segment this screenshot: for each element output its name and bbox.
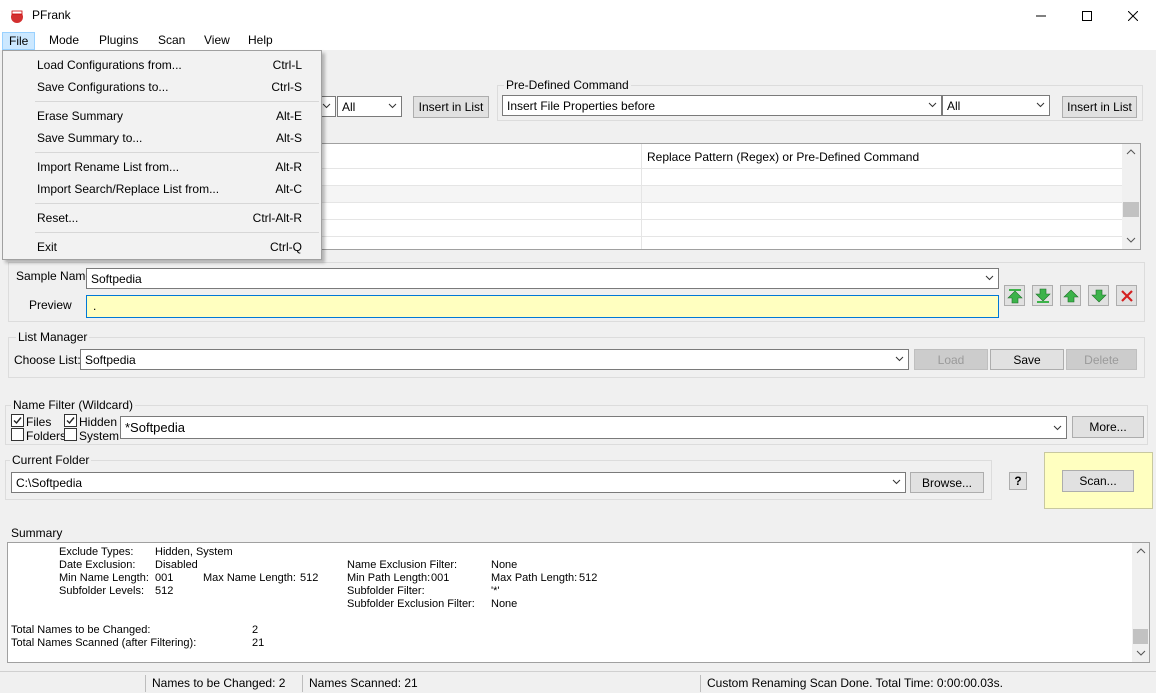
status-names-changed: Names to be Changed: 2 bbox=[145, 675, 285, 692]
menu-erase-summary[interactable]: Erase Summary Alt-E bbox=[4, 105, 320, 126]
insert-in-list-button-left[interactable]: Insert in List bbox=[413, 96, 489, 118]
arrow-bottom-icon bbox=[1034, 288, 1051, 303]
file-menu-dropdown: Load Configurations from... Ctrl-L Save … bbox=[2, 50, 322, 260]
preview-label: Preview bbox=[29, 298, 72, 312]
arrow-up-icon bbox=[1062, 289, 1079, 302]
predefined-filter-combo[interactable]: All bbox=[942, 95, 1050, 116]
predefined-command-legend: Pre-Defined Command bbox=[504, 78, 631, 92]
current-folder-combo[interactable]: C:\Softpedia bbox=[11, 472, 906, 493]
sample-name-combo[interactable]: Softpedia bbox=[86, 268, 999, 289]
left-filter-combo[interactable]: All bbox=[337, 96, 402, 117]
delete-x-icon bbox=[1120, 289, 1133, 302]
menu-reset[interactable]: Reset... Ctrl-Alt-R bbox=[4, 207, 320, 228]
chevron-down-icon bbox=[985, 275, 994, 281]
delete-list-button[interactable]: Delete bbox=[1066, 349, 1137, 370]
move-top-button[interactable] bbox=[1004, 285, 1025, 306]
save-list-button[interactable]: Save bbox=[990, 349, 1064, 370]
summary-legend: Summary bbox=[11, 526, 63, 540]
current-folder-legend: Current Folder bbox=[10, 453, 92, 467]
menu-import-rename-list[interactable]: Import Rename List from... Alt-R bbox=[4, 156, 320, 177]
menu-separator bbox=[35, 203, 319, 204]
browse-button[interactable]: Browse... bbox=[910, 472, 984, 493]
checkmark-icon bbox=[13, 417, 22, 425]
title-bar: PFrank bbox=[0, 0, 1156, 31]
folders-label: Folders bbox=[26, 429, 67, 443]
summary-scrollbar[interactable] bbox=[1132, 543, 1149, 662]
hidden-checkbox[interactable] bbox=[64, 414, 77, 427]
close-button[interactable] bbox=[1110, 0, 1156, 31]
files-label: Files bbox=[26, 415, 52, 429]
name-filter-legend: Name Filter (Wildcard) bbox=[11, 398, 136, 412]
status-message: Custom Renaming Scan Done. Total Time: 0… bbox=[700, 675, 1003, 692]
menu-help[interactable]: Help bbox=[242, 32, 279, 50]
minimize-button[interactable] bbox=[1018, 0, 1064, 31]
sample-name-label: Sample Name bbox=[16, 269, 93, 283]
grid-header-replace: Replace Pattern (Regex) or Pre-Defined C… bbox=[647, 150, 920, 164]
more-button[interactable]: More... bbox=[1072, 416, 1144, 438]
help-button[interactable]: ? bbox=[1009, 472, 1027, 490]
folders-checkbox[interactable] bbox=[11, 428, 24, 441]
menu-plugins[interactable]: Plugins bbox=[93, 32, 144, 50]
list-manager-legend: List Manager bbox=[16, 330, 90, 344]
load-list-button[interactable]: Load bbox=[914, 349, 988, 370]
menu-file[interactable]: File bbox=[2, 32, 36, 50]
checkmark-icon bbox=[66, 417, 75, 425]
summary-scroll-thumb[interactable] bbox=[1133, 629, 1148, 644]
menu-separator bbox=[35, 152, 319, 153]
menu-save-configurations[interactable]: Save Configurations to... Ctrl-S bbox=[4, 76, 320, 97]
minimize-icon bbox=[1036, 15, 1046, 16]
grid-scroll-thumb[interactable] bbox=[1123, 202, 1139, 217]
window-title: PFrank bbox=[32, 8, 71, 22]
scroll-up-icon[interactable] bbox=[1136, 547, 1146, 555]
menu-view[interactable]: View bbox=[198, 32, 236, 50]
menu-save-summary[interactable]: Save Summary to... Alt-S bbox=[4, 127, 320, 148]
status-bar: Names to be Changed: 2 Names Scanned: 21… bbox=[0, 671, 1156, 693]
scan-button[interactable]: Scan... bbox=[1062, 470, 1134, 492]
menu-load-configurations[interactable]: Load Configurations from... Ctrl-L bbox=[4, 54, 320, 75]
menu-mode[interactable]: Mode bbox=[43, 32, 85, 50]
name-filter-combo[interactable]: *Softpedia bbox=[120, 416, 1067, 439]
grid-column-divider bbox=[641, 144, 642, 249]
move-bottom-button[interactable] bbox=[1032, 285, 1053, 306]
move-up-button[interactable] bbox=[1060, 285, 1081, 306]
predefined-command-combo[interactable]: Insert File Properties before bbox=[502, 95, 942, 116]
chevron-down-icon bbox=[1036, 102, 1045, 108]
files-checkbox[interactable] bbox=[11, 414, 24, 427]
menu-exit[interactable]: Exit Ctrl-Q bbox=[4, 236, 320, 257]
chevron-down-icon bbox=[322, 103, 331, 109]
insert-in-list-button[interactable]: Insert in List bbox=[1062, 96, 1137, 118]
delete-entry-button[interactable] bbox=[1116, 285, 1137, 306]
maximize-icon bbox=[1082, 10, 1092, 21]
scroll-down-icon[interactable] bbox=[1136, 649, 1146, 657]
scroll-down-icon[interactable] bbox=[1126, 236, 1136, 244]
system-label: System bbox=[79, 429, 120, 443]
menu-separator bbox=[35, 101, 319, 102]
hidden-label: Hidden bbox=[79, 415, 118, 429]
chevron-down-icon bbox=[388, 103, 397, 109]
choose-list-label: Choose List: bbox=[14, 353, 81, 367]
close-icon bbox=[1128, 10, 1138, 21]
menu-scan[interactable]: Scan bbox=[152, 32, 191, 50]
scan-panel: Scan... bbox=[1044, 452, 1153, 509]
menu-separator bbox=[35, 232, 319, 233]
chevron-down-icon bbox=[892, 479, 901, 485]
grid-scrollbar[interactable] bbox=[1122, 144, 1140, 249]
choose-list-combo[interactable]: Softpedia bbox=[80, 349, 909, 370]
maximize-button[interactable] bbox=[1064, 0, 1110, 31]
preview-field[interactable]: . bbox=[86, 295, 999, 318]
chevron-down-icon bbox=[928, 102, 937, 108]
menu-bar: File Mode Plugins Scan View Help bbox=[0, 31, 1156, 50]
scroll-up-icon[interactable] bbox=[1126, 148, 1136, 156]
app-icon bbox=[11, 10, 23, 23]
chevron-down-icon bbox=[1053, 425, 1062, 431]
move-down-button[interactable] bbox=[1088, 285, 1109, 306]
system-checkbox[interactable] bbox=[64, 428, 77, 441]
chevron-down-icon bbox=[895, 356, 904, 362]
status-names-scanned: Names Scanned: 21 bbox=[302, 675, 418, 692]
arrow-down-icon bbox=[1090, 289, 1107, 302]
summary-panel[interactable]: Exclude Types: Hidden, System Date Exclu… bbox=[7, 542, 1150, 663]
menu-import-search-replace[interactable]: Import Search/Replace List from... Alt-C bbox=[4, 178, 320, 199]
arrow-top-icon bbox=[1006, 288, 1023, 303]
